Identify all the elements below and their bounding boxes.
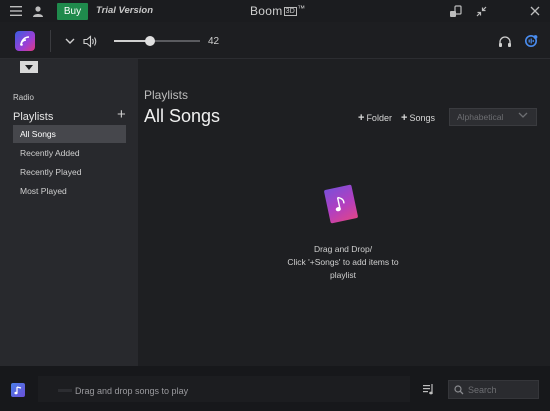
add-playlist-button[interactable]: + — [117, 107, 126, 122]
volume-value: 42 — [208, 36, 220, 47]
music-file-icon — [11, 383, 25, 397]
plus-icon: + — [358, 112, 365, 124]
volume-slider-handle[interactable] — [145, 36, 156, 46]
app-tm: ™ — [297, 4, 306, 13]
minimize-player-icon[interactable] — [473, 3, 489, 19]
sidebar-dropdown-button[interactable] — [20, 61, 38, 73]
breadcrumb: Playlists — [144, 88, 189, 102]
add-folder-button[interactable]: + Folder — [358, 112, 392, 124]
music-note-icon — [323, 184, 359, 224]
chevron-down-icon — [518, 112, 528, 118]
now-playing-bar: Drag and drop songs to play — [0, 366, 550, 411]
page-title: All Songs — [144, 106, 221, 126]
equalizer-effects-icon[interactable] — [523, 33, 539, 49]
sidebar: Radio Playlists + All Songs Recently Add… — [0, 59, 138, 366]
main-content: Playlists All Songs + Folder + Songs Alpha… — [138, 59, 550, 366]
playlists-heading[interactable]: Playlists — [13, 111, 53, 123]
sidebar-item-label: Recently Added — [20, 148, 80, 158]
app-name: Boom — [250, 4, 283, 18]
sort-selected-value: Alphabetical — [457, 112, 504, 122]
sidebar-item-radio[interactable]: Radio — [13, 93, 34, 102]
search-input[interactable] — [468, 384, 534, 395]
user-account-icon[interactable] — [30, 3, 46, 19]
player-toolbar: 42 — [0, 22, 550, 59]
sidebar-item-label: All Songs — [20, 129, 56, 139]
sidebar-item-label: Most Played — [20, 186, 67, 196]
volume-slider[interactable] — [114, 36, 200, 46]
empty-message-line-2: Click '+Songs' to add items to — [287, 257, 399, 267]
add-songs-button[interactable]: + Songs — [401, 112, 435, 124]
remote-device-icon[interactable] — [447, 3, 463, 19]
queue-list-icon[interactable] — [422, 383, 435, 401]
sidebar-item-label: Recently Played — [20, 167, 82, 177]
search-icon — [454, 384, 464, 394]
plus-icon: + — [401, 112, 408, 124]
headphones-icon[interactable] — [497, 33, 513, 49]
sidebar-item-recently-added[interactable]: Recently Added — [13, 144, 126, 162]
caret-down-icon — [25, 64, 33, 70]
trial-version-label: Trial Version — [96, 5, 154, 16]
close-icon[interactable] — [527, 3, 543, 19]
now-playing-text: Drag and drop songs to play — [75, 386, 189, 396]
app-suffix-3d: 3D — [283, 7, 298, 16]
title-bar: Buy Trial Version Boom 3D ™ — [0, 0, 550, 22]
volume-icon[interactable] — [82, 33, 98, 49]
app-title: Boom 3D ™ — [250, 4, 305, 18]
sort-dropdown[interactable]: Alphabetical — [449, 108, 537, 126]
sidebar-item-most-played[interactable]: Most Played — [13, 182, 126, 200]
chevron-down-icon[interactable] — [62, 33, 78, 49]
boom-logo-icon[interactable] — [15, 31, 35, 51]
sidebar-item-recently-played[interactable]: Recently Played — [13, 163, 126, 181]
buy-button[interactable]: Buy — [57, 3, 88, 20]
toolbar-divider — [50, 30, 51, 52]
search-box[interactable] — [448, 380, 539, 399]
sidebar-item-all-songs[interactable]: All Songs — [13, 125, 126, 143]
add-songs-label: Songs — [409, 113, 435, 123]
track-placeholder-bar — [58, 389, 72, 392]
empty-message-line-3: playlist — [330, 270, 356, 280]
empty-message-line-1: Drag and Drop/ — [313, 244, 373, 254]
empty-playlist-message: Drag and Drop/ Click '+Songs' to add ite… — [263, 243, 423, 282]
add-folder-label: Folder — [366, 113, 392, 123]
hamburger-menu-icon[interactable] — [8, 3, 24, 19]
